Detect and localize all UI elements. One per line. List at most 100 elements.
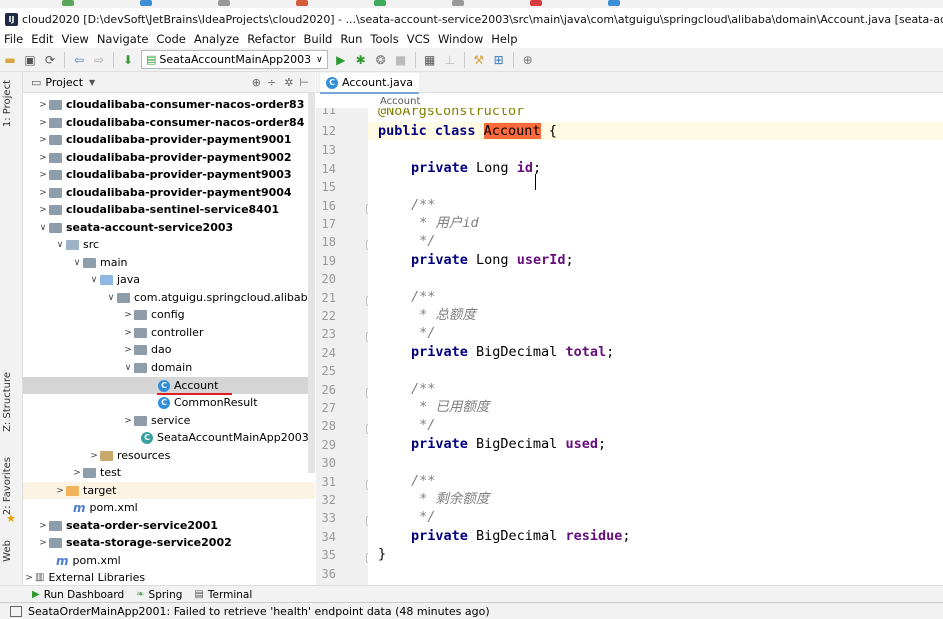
tree-node[interactable]: > resources bbox=[23, 447, 315, 464]
status-window-icon[interactable] bbox=[10, 605, 22, 617]
chevron-right-icon[interactable]: > bbox=[23, 573, 35, 583]
run-icon[interactable]: ▶ bbox=[332, 51, 350, 69]
menu-edit[interactable]: Edit bbox=[27, 32, 57, 46]
tree-node[interactable]: > seata-storage-service2002 bbox=[23, 534, 315, 551]
locate-icon[interactable]: ⊕ bbox=[252, 76, 261, 89]
stop-icon[interactable]: ■ bbox=[392, 51, 410, 69]
debug-icon[interactable]: ✱ bbox=[352, 51, 370, 69]
tree-node[interactable]: > dao bbox=[23, 341, 315, 358]
tree-node[interactable]: ∨ com.atguigu.springcloud.alibaba bbox=[23, 289, 315, 306]
tree-node[interactable]: > cloudalibaba-provider-payment9002 bbox=[23, 149, 315, 166]
menu-analyze[interactable]: Analyze bbox=[190, 32, 243, 46]
chevron-down-icon[interactable]: ∨ bbox=[54, 240, 66, 250]
breadcrumb-item[interactable]: Account bbox=[380, 96, 420, 107]
project-structure-icon[interactable]: ▦ bbox=[421, 51, 439, 69]
tree-node[interactable]: > ▥ External Libraries bbox=[23, 569, 315, 585]
menu-vcs[interactable]: VCS bbox=[403, 32, 434, 46]
chevron-right-icon[interactable]: > bbox=[37, 188, 49, 198]
chevron-right-icon[interactable]: > bbox=[54, 486, 66, 496]
chevron-down-icon[interactable]: ∨ bbox=[37, 223, 49, 233]
chevron-right-icon[interactable]: > bbox=[71, 468, 83, 478]
tab-account-java[interactable]: C Account.java bbox=[320, 73, 419, 94]
chevron-right-icon[interactable]: > bbox=[122, 310, 134, 320]
tab-project[interactable]: 1: Project bbox=[2, 80, 13, 127]
tab-web[interactable]: Web bbox=[2, 540, 13, 562]
tree-node[interactable]: ∨ java bbox=[23, 271, 315, 288]
chevron-right-icon[interactable]: > bbox=[37, 153, 49, 163]
tab-run-dashboard[interactable]: ▶ Run Dashboard bbox=[32, 589, 124, 601]
menu-tools[interactable]: Tools bbox=[366, 32, 402, 46]
tree-node[interactable]: > cloudalibaba-provider-payment9004 bbox=[23, 184, 315, 201]
project-panel-title[interactable]: Project bbox=[45, 76, 83, 89]
tree-node[interactable]: > test bbox=[23, 464, 315, 481]
menu-code[interactable]: Code bbox=[152, 32, 189, 46]
chevron-down-icon[interactable]: ∨ bbox=[71, 258, 83, 268]
coverage-icon[interactable]: ❂ bbox=[372, 51, 390, 69]
menu-window[interactable]: Window bbox=[434, 32, 487, 46]
tab-spring[interactable]: ❧ Spring bbox=[136, 589, 182, 601]
tab-favorites[interactable]: 2: Favorites bbox=[2, 457, 13, 515]
chevron-down-icon[interactable]: ∨ bbox=[122, 363, 134, 373]
menu-view[interactable]: View bbox=[58, 32, 93, 46]
tree-scrollbar[interactable] bbox=[308, 93, 315, 473]
tree-node[interactable]: ∨ src bbox=[23, 236, 315, 253]
tree-node[interactable]: m pom.xml bbox=[23, 552, 315, 569]
save-icon[interactable]: ▣ bbox=[21, 51, 39, 69]
tab-terminal[interactable]: ▤ Terminal bbox=[194, 589, 252, 601]
chevron-right-icon[interactable]: > bbox=[37, 100, 49, 110]
menu-run[interactable]: Run bbox=[336, 32, 366, 46]
chevron-right-icon[interactable]: > bbox=[122, 416, 134, 426]
collapse-icon[interactable]: ÷ bbox=[267, 76, 276, 89]
tree-node-selected[interactable]: C Account bbox=[23, 377, 315, 394]
tree-node[interactable]: > target bbox=[23, 482, 315, 499]
tree-node[interactable]: > cloudalibaba-sentinel-service8401 bbox=[23, 201, 315, 218]
chevron-down-icon[interactable]: ∨ bbox=[88, 275, 100, 285]
gear-icon[interactable]: ✲ bbox=[284, 76, 293, 89]
chevron-right-icon[interactable]: > bbox=[37, 538, 49, 548]
tree-node[interactable]: C CommonResult bbox=[23, 394, 315, 411]
run-configuration-select[interactable]: ▤ SeataAccountMainApp2003 ∨ bbox=[141, 50, 328, 69]
chevron-right-icon[interactable]: > bbox=[37, 170, 49, 180]
tree-node-label: domain bbox=[151, 361, 193, 374]
chevron-right-icon[interactable]: > bbox=[122, 328, 134, 338]
chevron-right-icon[interactable]: > bbox=[122, 345, 134, 355]
menu-file[interactable]: File bbox=[0, 32, 27, 46]
settings-icon[interactable]: ⚒ bbox=[470, 51, 488, 69]
tree-node[interactable]: ∨ main bbox=[23, 254, 315, 271]
tree-node[interactable]: ∨ seata-account-service2003 bbox=[23, 219, 315, 236]
tree-node[interactable]: > controller bbox=[23, 324, 315, 341]
chevron-right-icon[interactable]: > bbox=[37, 135, 49, 145]
menu-refactor[interactable]: Refactor bbox=[243, 32, 299, 46]
open-folder-icon[interactable]: ▬ bbox=[1, 51, 19, 69]
sync-icon[interactable]: ⟳ bbox=[41, 51, 59, 69]
tree-node[interactable]: > cloudalibaba-consumer-nacos-order84 bbox=[23, 114, 315, 131]
chevron-right-icon[interactable]: > bbox=[37, 118, 49, 128]
line-number: 36 bbox=[321, 567, 336, 581]
hide-panel-icon[interactable]: ⊢ bbox=[299, 76, 309, 89]
sdk-icon[interactable]: ⊥ bbox=[441, 51, 459, 69]
tree-node[interactable]: > service bbox=[23, 412, 315, 429]
tree-node[interactable]: > cloudalibaba-consumer-nacos-order83 bbox=[23, 96, 315, 113]
menu-navigate[interactable]: Navigate bbox=[93, 32, 153, 46]
build-icon[interactable]: ⬇ bbox=[119, 51, 137, 69]
menu-build[interactable]: Build bbox=[299, 32, 336, 46]
tree-node[interactable]: ∨ domain bbox=[23, 359, 315, 376]
tree-node[interactable]: > cloudalibaba-provider-payment9003 bbox=[23, 166, 315, 183]
code-editor[interactable]: @NoArgsConstructor public class Account … bbox=[368, 108, 943, 585]
tree-node[interactable]: C SeataAccountMainApp2003 bbox=[23, 429, 315, 446]
tree-node[interactable]: > cloudalibaba-provider-payment9001 bbox=[23, 131, 315, 148]
chevron-down-icon[interactable]: ▼ bbox=[89, 78, 95, 87]
tab-structure[interactable]: Z: Structure bbox=[2, 372, 13, 432]
tree-node[interactable]: m pom.xml bbox=[23, 499, 315, 516]
structure-icon[interactable]: ⊞ bbox=[490, 51, 508, 69]
back-icon[interactable]: ⇦ bbox=[70, 51, 88, 69]
chevron-down-icon[interactable]: ∨ bbox=[105, 293, 117, 303]
tree-node[interactable]: > config bbox=[23, 306, 315, 323]
tree-node[interactable]: > seata-order-service2001 bbox=[23, 517, 315, 534]
menu-help[interactable]: Help bbox=[487, 32, 521, 46]
chevron-right-icon[interactable]: > bbox=[37, 521, 49, 531]
chevron-right-icon[interactable]: > bbox=[37, 205, 49, 215]
chevron-right-icon[interactable]: > bbox=[88, 451, 100, 461]
forward-icon[interactable]: ⇨ bbox=[90, 51, 108, 69]
vcs-icon[interactable]: ⊕ bbox=[519, 51, 537, 69]
